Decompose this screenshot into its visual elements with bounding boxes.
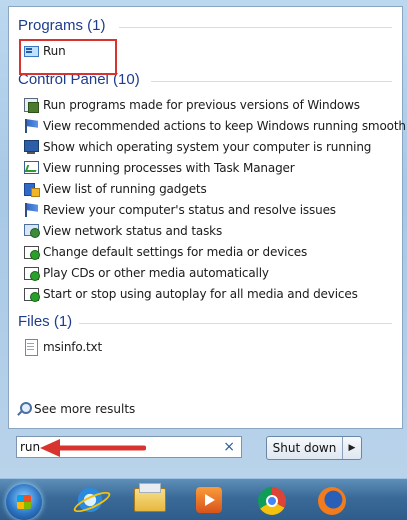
result-label: View list of running gadgets — [43, 182, 207, 196]
result-label: Change default settings for media or dev… — [43, 245, 308, 259]
compatibility-icon — [23, 97, 39, 113]
result-default-media-settings[interactable]: Change default settings for media or dev… — [23, 242, 394, 262]
result-label: Run programs made for previous versions … — [43, 98, 360, 112]
result-label: View network status and tasks — [43, 224, 223, 238]
firefox-icon — [318, 487, 346, 515]
action-center-flag-icon — [23, 202, 39, 218]
shutdown-options-arrow-icon[interactable]: ▶ — [343, 437, 361, 459]
task-manager-icon — [23, 160, 39, 176]
result-compatibility[interactable]: Run programs made for previous versions … — [23, 95, 394, 115]
run-highlight-box — [19, 39, 117, 75]
media-player-icon — [196, 487, 222, 513]
see-more-results-link[interactable]: See more results — [16, 402, 135, 416]
autoplay-icon — [23, 286, 40, 302]
taskbar-chrome[interactable] — [244, 482, 300, 518]
result-gadgets[interactable]: View list of running gadgets — [23, 179, 394, 199]
taskbar-media-player[interactable] — [182, 482, 238, 518]
see-more-label: See more results — [34, 402, 136, 416]
autoplay-icon — [23, 244, 40, 260]
result-label: Start or stop using autoplay for all med… — [43, 287, 358, 301]
result-label: View running processes with Task Manager — [43, 161, 295, 175]
gadgets-icon — [23, 181, 40, 197]
chrome-icon — [258, 487, 286, 515]
files-header: Files (1) — [18, 313, 73, 330]
internet-explorer-icon — [76, 486, 104, 514]
result-os-info[interactable]: Show which operating system your compute… — [23, 137, 394, 157]
result-network-status[interactable]: View network status and tasks — [23, 221, 394, 241]
divider — [119, 27, 392, 28]
network-icon — [23, 223, 40, 239]
search-results-pane: Programs (1) Run Control Panel (10) Run … — [8, 6, 407, 429]
start-button[interactable] — [0, 482, 56, 520]
taskbar-internet-explorer[interactable] — [62, 482, 118, 518]
result-label: msinfo.txt — [43, 340, 103, 354]
folder-icon — [134, 483, 166, 512]
windows-orb-icon — [6, 484, 42, 520]
result-autoplay[interactable]: Start or stop using autoplay for all med… — [23, 284, 394, 304]
programs-header: Programs (1) — [18, 17, 106, 34]
shutdown-button-group: Shut down ▶ — [266, 436, 362, 460]
result-label: Review your computer's status and resolv… — [43, 203, 336, 217]
system-icon — [23, 139, 39, 155]
result-play-cds[interactable]: Play CDs or other media automatically — [23, 263, 394, 283]
taskbar — [0, 478, 407, 520]
result-recommended-actions[interactable]: View recommended actions to keep Windows… — [23, 116, 407, 136]
annotation-arrow — [40, 439, 146, 457]
taskbar-firefox[interactable] — [304, 482, 360, 518]
search-icon — [16, 402, 32, 416]
result-msinfo-file[interactable]: msinfo.txt — [23, 337, 394, 357]
result-label: View recommended actions to keep Windows… — [43, 119, 407, 133]
result-label: Play CDs or other media automatically — [43, 266, 269, 280]
autoplay-icon — [23, 265, 40, 281]
action-center-flag-icon — [23, 118, 39, 134]
divider — [79, 323, 392, 324]
text-file-icon — [23, 339, 39, 356]
divider — [151, 81, 392, 82]
result-computer-status[interactable]: Review your computer's status and resolv… — [23, 200, 394, 220]
result-label: Show which operating system your compute… — [43, 140, 372, 154]
clear-search-icon[interactable]: × — [223, 439, 235, 455]
result-task-manager[interactable]: View running processes with Task Manager — [23, 158, 394, 178]
shutdown-button[interactable]: Shut down — [267, 437, 343, 459]
start-menu: Programs (1) Run Control Panel (10) Run … — [0, 0, 407, 478]
taskbar-windows-explorer[interactable] — [122, 482, 178, 518]
